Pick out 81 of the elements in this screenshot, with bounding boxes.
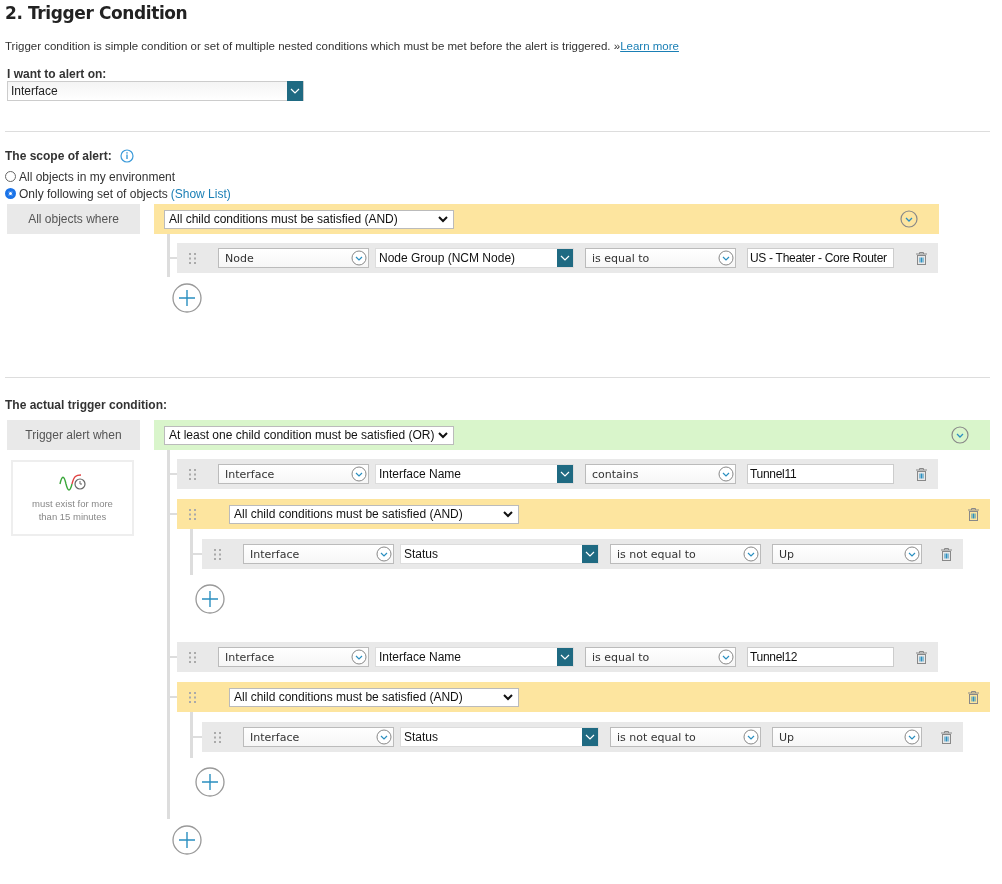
- chevron-down-icon: [718, 250, 734, 266]
- learn-more-link[interactable]: Learn more: [620, 40, 679, 52]
- value-dropdown[interactable]: Up: [772, 544, 922, 564]
- chevron-down-icon: [743, 546, 759, 562]
- info-icon[interactable]: [119, 149, 134, 163]
- duration-text: must exist for more than 15 minutes: [31, 498, 114, 523]
- operator-dropdown[interactable]: is equal to: [585, 248, 736, 268]
- chevron-down-icon: [904, 546, 920, 562]
- drag-handle-icon[interactable]: [189, 468, 196, 480]
- delete-icon[interactable]: [915, 251, 928, 265]
- value-input[interactable]: US - Theater - Core Router: [747, 248, 894, 268]
- collapse-icon[interactable]: [951, 426, 969, 444]
- drag-handle-icon[interactable]: [214, 548, 221, 560]
- chevron-down-icon: [718, 466, 734, 482]
- plus-icon: [195, 767, 225, 797]
- delete-icon[interactable]: [967, 690, 980, 704]
- chevron-down-icon: [351, 466, 367, 482]
- radio-button[interactable]: [5, 171, 16, 182]
- drag-handle-icon[interactable]: [189, 691, 196, 703]
- alert-on-dropdown[interactable]: Interface: [7, 81, 304, 101]
- section-label: The actual trigger condition:: [5, 398, 167, 412]
- delete-icon[interactable]: [915, 650, 928, 664]
- radio-label: Only following set of objects: [19, 186, 168, 201]
- field-dropdown[interactable]: Interface Name: [375, 647, 574, 667]
- add-condition-button[interactable]: [172, 283, 202, 313]
- radio-label: All objects in my environment: [19, 169, 176, 184]
- field-dropdown[interactable]: Status: [400, 727, 599, 747]
- plus-icon: [172, 283, 202, 313]
- object-dropdown[interactable]: Interface: [218, 464, 369, 484]
- logic-dropdown[interactable]: All child conditions must be satisfied (AND): [164, 209, 454, 229]
- field-dropdown[interactable]: Node Group (NCM Node): [375, 248, 574, 268]
- delete-icon[interactable]: [915, 467, 928, 481]
- add-condition-button[interactable]: [172, 825, 202, 855]
- logic-dropdown[interactable]: All child conditions must be satisfied (AND): [229, 504, 519, 524]
- logic-dropdown[interactable]: All child conditions must be satisfied (AND): [229, 687, 519, 707]
- drag-handle-icon[interactable]: [189, 651, 196, 663]
- field-dropdown[interactable]: Status: [400, 544, 599, 564]
- add-condition-button[interactable]: [195, 584, 225, 614]
- value-input[interactable]: Tunnel11: [747, 464, 894, 484]
- add-condition-button[interactable]: [195, 767, 225, 797]
- value-dropdown[interactable]: Up: [772, 727, 922, 747]
- chevron-down-icon: [718, 649, 734, 665]
- chevron-down-icon: [502, 508, 514, 520]
- chevron-down-icon: [502, 691, 514, 703]
- duration-card[interactable]: must exist for more than 15 minutes: [11, 460, 134, 536]
- object-dropdown[interactable]: Node: [218, 248, 369, 268]
- radio-button[interactable]: [5, 188, 16, 199]
- chevron-down-icon: [437, 429, 449, 441]
- condition-tag: Trigger alert when: [7, 420, 140, 450]
- drag-handle-icon[interactable]: [189, 508, 196, 520]
- section-label: The scope of alert:: [5, 149, 112, 163]
- plus-icon: [195, 584, 225, 614]
- description-text: Trigger condition is simple condition or set of multiple nested conditions which must be met before the alert is triggered. »Learn more: [5, 40, 680, 52]
- chevron-down-icon: [437, 213, 449, 225]
- delete-icon[interactable]: [967, 507, 980, 521]
- chevron-down-icon: [351, 250, 367, 266]
- operator-dropdown[interactable]: is equal to: [585, 647, 736, 667]
- value-input[interactable]: Tunnel12: [747, 647, 894, 667]
- object-dropdown[interactable]: Interface: [218, 647, 369, 667]
- operator-dropdown[interactable]: is not equal to: [610, 727, 761, 747]
- operator-dropdown[interactable]: is not equal to: [610, 544, 761, 564]
- condition-tag: All objects where: [7, 204, 140, 234]
- chevron-down-icon: [376, 729, 392, 745]
- drag-handle-icon[interactable]: [214, 731, 221, 743]
- delete-icon[interactable]: [940, 547, 953, 561]
- operator-dropdown[interactable]: contains: [585, 464, 736, 484]
- collapse-icon[interactable]: [900, 210, 918, 228]
- delete-icon[interactable]: [940, 730, 953, 744]
- chevron-down-icon: [376, 546, 392, 562]
- chevron-down-icon: [351, 649, 367, 665]
- field-dropdown[interactable]: Interface Name: [375, 464, 574, 484]
- section-title: 2. Trigger Condition: [5, 3, 189, 23]
- chevron-down-icon: [904, 729, 920, 745]
- logic-dropdown[interactable]: At least one child condition must be satisfied (OR): [164, 425, 454, 445]
- drag-handle-icon[interactable]: [189, 252, 196, 264]
- chevron-down-icon: [743, 729, 759, 745]
- plus-icon: [172, 825, 202, 855]
- show-list-link[interactable]: (Show List): [170, 186, 231, 201]
- alert-on-label: I want to alert on:: [7, 67, 108, 81]
- object-dropdown[interactable]: Interface: [243, 544, 394, 564]
- object-dropdown[interactable]: Interface: [243, 727, 394, 747]
